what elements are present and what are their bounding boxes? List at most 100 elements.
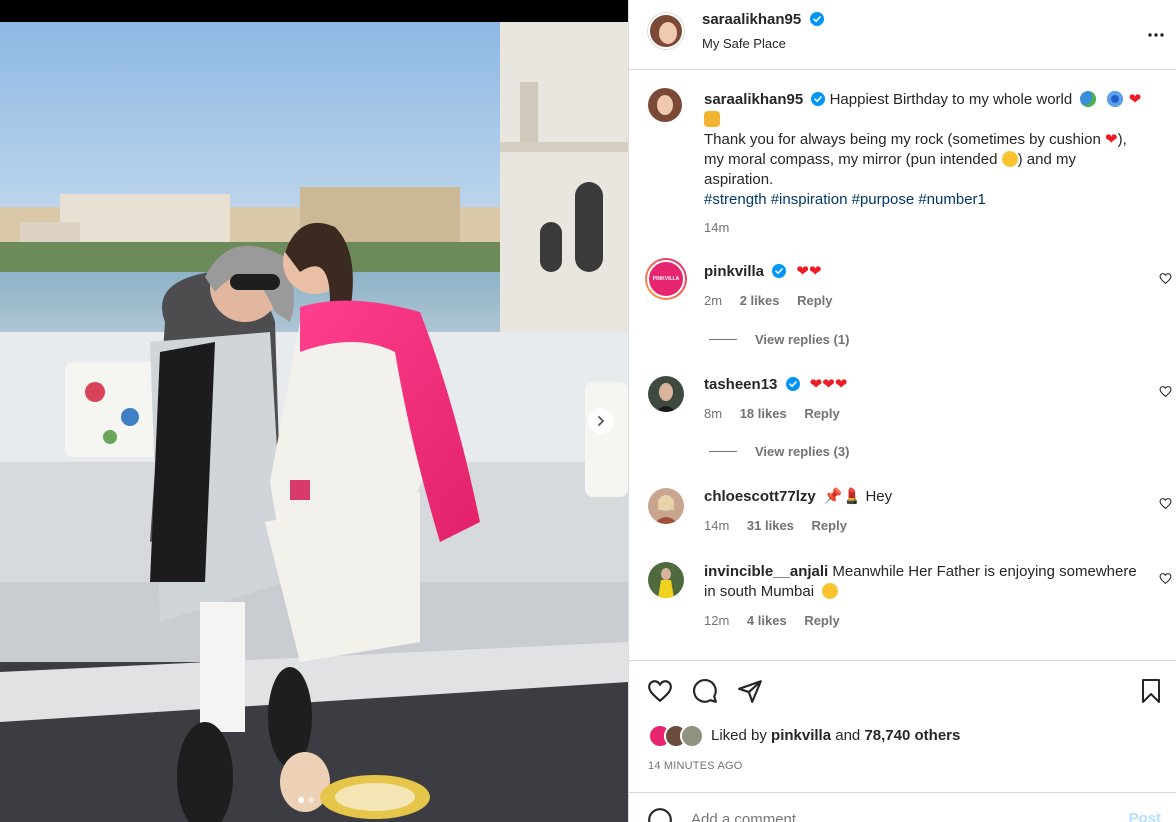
comment-username[interactable]: invincible__anjali <box>704 563 828 580</box>
post-sidebar: saraalikhan95 My Safe Place saraalikhan9… <box>628 0 1176 822</box>
caption-text-1: Happiest Birthday to my whole world <box>829 91 1073 108</box>
verified-badge-icon <box>811 92 826 106</box>
comment-text: Meanwhile Her Father is enjoying somewhe… <box>832 563 1137 580</box>
hashtag-link[interactable]: #number1 <box>918 191 986 208</box>
comment-username[interactable]: tasheen13 <box>704 376 777 393</box>
caption-time: 14m <box>704 220 730 235</box>
caption-line-4: aspiration. <box>704 171 774 188</box>
post-media <box>0 0 628 822</box>
heart-emoji-icon: ❤ <box>834 376 848 393</box>
post-comment-button[interactable]: Post <box>1128 810 1161 822</box>
tongue-emoji-icon <box>1001 151 1018 167</box>
verified-badge-icon <box>809 12 824 26</box>
comment-username[interactable]: chloescott77lzy <box>704 488 816 505</box>
caption-username[interactable]: saraalikhan95 <box>704 91 803 108</box>
carousel-dot-active <box>298 797 304 803</box>
avatar-photo <box>648 488 684 524</box>
comment-meta: 8m 18 likes Reply <box>704 406 840 421</box>
heart-emoji-icon: ❤ <box>809 376 823 393</box>
comment-likes[interactable]: 18 likes <box>740 406 787 421</box>
post-actions: Liked by pinkvilla and 78,740 others 14 … <box>629 660 1176 792</box>
heart-emoji-icon: ❤ <box>822 376 835 393</box>
caption-line-1b <box>704 110 1164 130</box>
caption-text-2: Thank you for always being my rock (some… <box>704 131 1101 148</box>
comment-item: pinkvilla ❤❤ <box>704 262 1144 282</box>
verified-badge-icon <box>785 377 800 391</box>
comment-like-heart-icon[interactable] <box>1159 572 1172 585</box>
comment-time: 14m <box>704 518 730 533</box>
caption-author-avatar[interactable] <box>648 88 682 122</box>
reply-button[interactable]: Reply <box>804 406 839 421</box>
view-replies-label: View replies (1) <box>755 332 850 347</box>
add-comment-input[interactable] <box>691 809 1091 822</box>
reply-button[interactable]: Reply <box>797 293 832 308</box>
avatar-photo <box>648 88 682 122</box>
nazar-emoji-icon <box>1106 91 1123 107</box>
post-location[interactable]: My Safe Place <box>702 36 786 51</box>
likes-count[interactable]: 78,740 others <box>864 727 960 744</box>
view-replies-line <box>709 339 737 340</box>
caption-text-2b: ), <box>1117 131 1127 148</box>
hashtag-link[interactable]: #inspiration <box>771 191 848 208</box>
author-username[interactable]: saraalikhan95 <box>702 11 801 28</box>
liked-by-summary: Liked by pinkvilla and 78,740 others <box>711 727 960 744</box>
heart-emoji-icon: ❤ <box>1105 131 1118 148</box>
reply-button[interactable]: Reply <box>812 518 847 533</box>
emoji-smiley-icon[interactable] <box>647 807 673 822</box>
carousel-indicator <box>298 797 314 803</box>
view-replies-button[interactable]: View replies (1) <box>709 332 849 347</box>
pushpin-emoji-icon: 📌 <box>823 488 843 505</box>
comment-like-heart-icon[interactable] <box>1159 272 1172 285</box>
comment-username[interactable]: pinkvilla <box>704 263 764 280</box>
comment-likes[interactable]: 2 likes <box>740 293 780 308</box>
comment-text: Hey <box>865 488 893 505</box>
pinkvilla-logo-text: PINKVILLA <box>652 276 680 282</box>
share-send-icon[interactable] <box>737 678 763 704</box>
heart-emoji-icon: ❤ <box>796 263 809 280</box>
author-avatar[interactable] <box>648 13 684 49</box>
family-emoji-icon <box>704 111 720 127</box>
comment-text-2: in south Mumbai <box>704 583 815 600</box>
comment-item: chloescott77lzy 📌💄 Hey <box>704 487 1144 507</box>
liked-by-and: and <box>835 727 861 744</box>
comment-likes[interactable]: 4 likes <box>747 613 787 628</box>
caption-line-2: Thank you for always being my rock (some… <box>704 130 1164 150</box>
caption-text-3b: ) and my <box>1017 151 1076 168</box>
commenter-avatar[interactable] <box>648 562 684 598</box>
commenter-avatar[interactable]: PINKVILLA <box>645 258 687 300</box>
commenter-avatar[interactable] <box>648 488 684 524</box>
comment-like-heart-icon[interactable] <box>1159 497 1172 510</box>
avatar-photo <box>648 376 684 412</box>
comment-bubble-icon[interactable] <box>692 678 718 704</box>
post-photo <box>0 22 628 822</box>
view-replies-label: View replies (3) <box>755 444 850 459</box>
liked-by-user[interactable]: pinkvilla <box>771 727 831 744</box>
liked-by-prefix: Liked by <box>711 727 767 744</box>
caption-line-1: saraalikhan95 Happiest Birthday to my wh… <box>704 90 1164 110</box>
lipstick-emoji-icon: 💄 <box>842 488 862 505</box>
more-horizontal-icon[interactable] <box>1146 25 1166 45</box>
heart-emoji-icon: ❤ <box>808 263 822 280</box>
avatar-photo <box>648 562 684 598</box>
hashtag-link[interactable]: #purpose <box>852 191 915 208</box>
carousel-next-button[interactable] <box>588 408 614 434</box>
neutral-face-emoji-icon <box>822 583 839 599</box>
comment-meta: 12m 4 likes Reply <box>704 613 840 628</box>
hashtag-link[interactable]: #strength <box>704 191 767 208</box>
add-comment-bar: Post <box>629 792 1176 822</box>
comment-item: invincible__anjali Meanwhile Her Father … <box>704 562 1154 602</box>
like-heart-icon[interactable] <box>647 678 673 704</box>
liked-by-avatars <box>648 724 708 748</box>
caption-line-3: my moral compass, my mirror (pun intende… <box>704 150 1164 170</box>
reply-button[interactable]: Reply <box>804 613 839 628</box>
comment-like-heart-icon[interactable] <box>1159 385 1172 398</box>
comment-time: 2m <box>704 293 723 308</box>
comment-time: 12m <box>704 613 730 628</box>
commenter-avatar[interactable] <box>648 376 684 412</box>
comment-likes[interactable]: 31 likes <box>747 518 794 533</box>
view-replies-button[interactable]: View replies (3) <box>709 444 849 459</box>
save-bookmark-icon[interactable] <box>1139 678 1163 704</box>
post-timestamp[interactable]: 14 MINUTES AGO <box>648 760 743 772</box>
caption-hashtags: #strength #inspiration #purpose #number1 <box>704 190 1164 210</box>
comment-meta: 2m 2 likes Reply <box>704 293 832 308</box>
